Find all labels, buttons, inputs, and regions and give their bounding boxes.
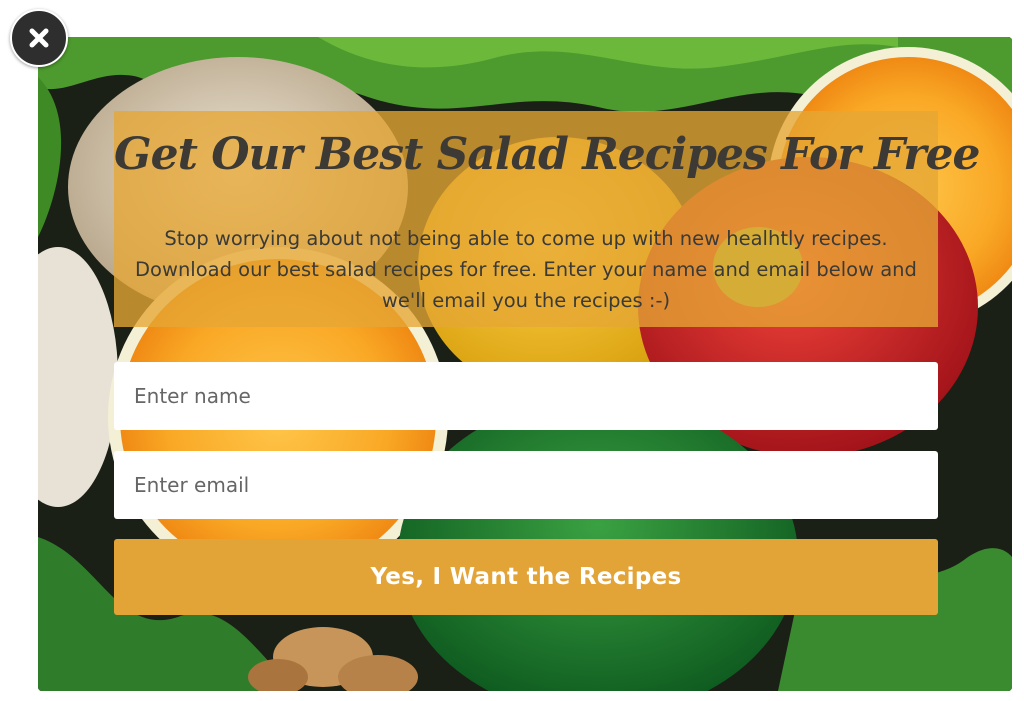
popup-description: Stop worrying about not being able to co… xyxy=(135,227,917,312)
optin-popup: Get Our Best Salad Recipes For Free Stop… xyxy=(38,37,1012,691)
submit-button[interactable]: Yes, I Want the Recipes xyxy=(114,539,938,615)
email-input[interactable] xyxy=(114,451,938,519)
name-input[interactable] xyxy=(114,362,938,430)
close-button[interactable] xyxy=(10,9,68,67)
header-panel: Get Our Best Salad Recipes For Free Stop… xyxy=(114,111,980,327)
popup-headline: Get Our Best Salad Recipes For Free xyxy=(114,129,980,180)
close-x-icon xyxy=(29,28,49,48)
page: Get Our Best Salad Recipes For Free Stop… xyxy=(0,0,1024,701)
